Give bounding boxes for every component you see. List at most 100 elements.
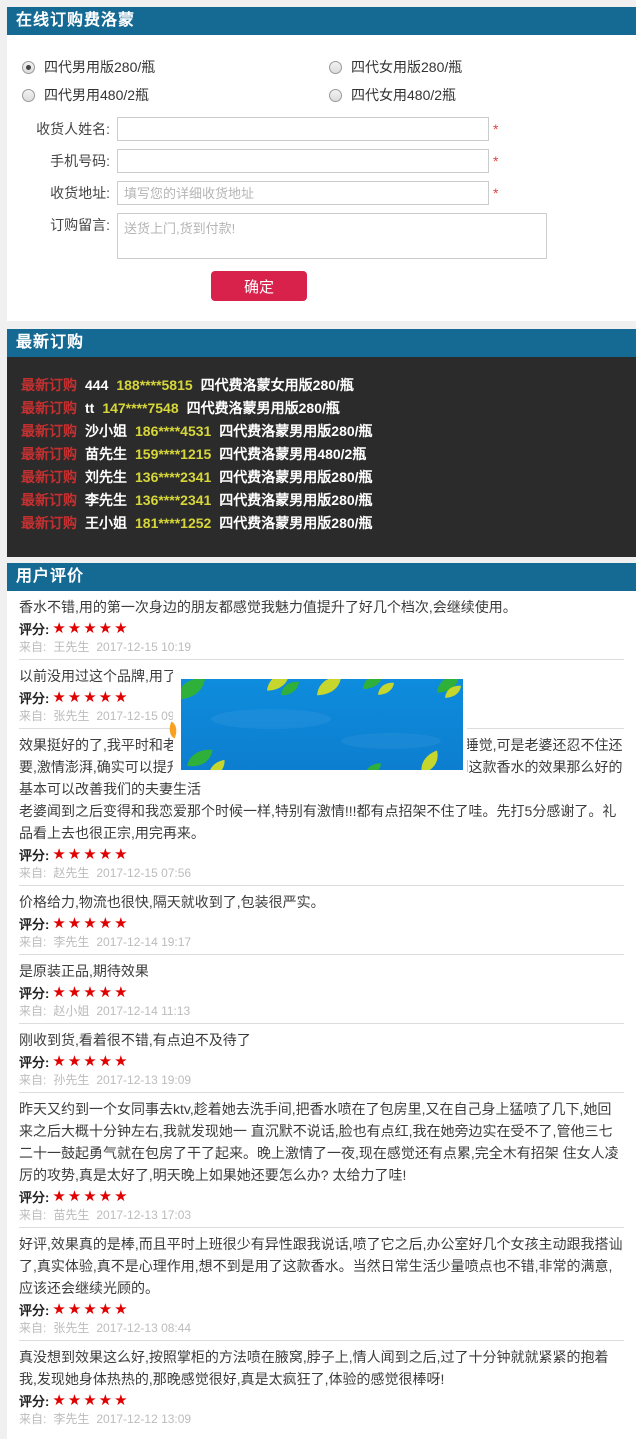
product-option-label[interactable]: 四代女用版280/瓶 [351, 57, 462, 77]
product-option-2[interactable]: 四代男用480/2瓶 [22, 85, 329, 105]
order-product: 四代费洛蒙男用版280/瓶 [187, 400, 340, 416]
from-label: 来自: [19, 1208, 46, 1222]
review-text: 价格给力,物流也很快,隔天就收到了,包装很严实。 [19, 891, 624, 913]
order-name: 刘先生 [85, 469, 127, 485]
review-text: 老婆闻到之后变得和我恋爱那个时候一样,特别有激情!!!都有点招架不住了哇。先打5… [19, 800, 624, 844]
product-option-label[interactable]: 四代男用480/2瓶 [44, 85, 149, 105]
latest-orders-list: 最新订购444188****5815四代费洛蒙女用版280/瓶 最新订购tt14… [7, 357, 636, 557]
order-product: 四代费洛蒙男用版280/瓶 [219, 469, 372, 485]
from-label: 来自: [19, 1412, 46, 1426]
review-item: 是原装正品,期待效果 评分:★★★★★ 来自:赵小姐2017-12-14 11:… [19, 954, 624, 1023]
review-item: 好评,效果真的是棒,而且平时上班很少有异性跟我说话,喷了它之后,办公室好几个女孩… [19, 1227, 624, 1340]
order-form-title: 在线订购费洛蒙 [7, 7, 636, 35]
reviewer-name: 赵小姐 [53, 1004, 89, 1018]
star-rating-icon: ★★★★★ [52, 1054, 129, 1069]
rating-label: 评分: [19, 845, 49, 864]
from-label: 来自: [19, 709, 46, 723]
rating-label: 评分: [19, 619, 49, 638]
order-name: 李先生 [85, 492, 127, 508]
order-phone: 188****5815 [116, 377, 192, 393]
order-product: 四代费洛蒙男用版280/瓶 [219, 492, 372, 508]
review-date: 2017-12-13 17:03 [96, 1208, 191, 1222]
latest-orders-title: 最新订购 [7, 329, 636, 357]
product-option-3[interactable]: 四代女用480/2瓶 [329, 85, 636, 105]
reviewer-name: 张先生 [53, 1321, 89, 1335]
review-item: 价格给力,物流也很快,隔天就收到了,包装很严实。 评分:★★★★★ 来自:李先生… [19, 885, 624, 954]
order-name: 苗先生 [85, 446, 127, 462]
from-label: 来自: [19, 640, 46, 654]
product-option-label[interactable]: 四代女用480/2瓶 [351, 85, 456, 105]
review-date: 2017-12-15 07:56 [96, 866, 191, 880]
order-row: 最新订购苗先生159****1215四代费洛蒙男用480/2瓶 [21, 443, 636, 466]
address-input[interactable] [117, 181, 489, 205]
order-phone: 181****1252 [135, 515, 211, 531]
product-option-0[interactable]: 四代男用版280/瓶 [22, 57, 329, 77]
order-phone: 147****7548 [102, 400, 178, 416]
reviewer-name: 王先生 [53, 640, 89, 654]
from-label: 来自: [19, 1004, 46, 1018]
reviewer-name: 张先生 [53, 709, 89, 723]
reviewer-name: 李先生 [53, 1412, 89, 1426]
radio-checked-icon[interactable] [22, 61, 35, 74]
star-rating-icon: ★★★★★ [52, 985, 129, 1000]
order-tag: 最新订购 [21, 377, 77, 393]
review-date: 2017-12-14 19:17 [96, 935, 191, 949]
order-name: 444 [85, 377, 108, 393]
from-label: 来自: [19, 935, 46, 949]
promo-popup[interactable] [173, 666, 467, 776]
from-label: 来自: [19, 1321, 46, 1335]
star-rating-icon: ★★★★★ [52, 1302, 129, 1317]
radio-icon[interactable] [329, 61, 342, 74]
radio-icon[interactable] [22, 89, 35, 102]
review-text: 是原装正品,期待效果 [19, 960, 624, 982]
review-text: 刚收到货,看着很不错,有点迫不及待了 [19, 1029, 624, 1051]
order-form-section: 在线订购费洛蒙 四代男用版280/瓶 四代女用版280/瓶 四 [7, 7, 636, 321]
order-product: 四代费洛蒙男用480/2瓶 [219, 446, 366, 462]
review-date: 2017-12-12 13:09 [96, 1412, 191, 1426]
promo-popup-image[interactable] [181, 679, 463, 770]
star-rating-icon: ★★★★★ [52, 690, 129, 705]
message-textarea[interactable] [117, 213, 547, 259]
rating-label: 评分: [19, 1187, 49, 1206]
order-row: 最新订购王小姐181****1252四代费洛蒙男用版280/瓶 [21, 512, 636, 535]
phone-input[interactable] [117, 149, 489, 173]
rating-label: 评分: [19, 1052, 49, 1071]
phone-label: 手机号码: [7, 149, 117, 173]
product-option-1[interactable]: 四代女用版280/瓶 [329, 57, 636, 77]
star-rating-icon: ★★★★★ [52, 847, 129, 862]
order-name: 沙小姐 [85, 423, 127, 439]
product-option-label[interactable]: 四代男用版280/瓶 [44, 57, 155, 77]
review-date: 2017-12-13 19:09 [96, 1073, 191, 1087]
confirm-button[interactable]: 确定 [211, 271, 307, 301]
order-form: 四代男用版280/瓶 四代女用版280/瓶 四代男用480/2瓶 四代女用480… [7, 35, 636, 321]
order-name: 王小姐 [85, 515, 127, 531]
review-text: 香水不错,用的第一次身边的朋友都感觉我魅力值提升了好几个档次,会继续使用。 [19, 596, 624, 618]
product-options: 四代男用版280/瓶 四代女用版280/瓶 四代男用480/2瓶 四代女用480… [7, 53, 636, 109]
required-asterisk: * [493, 181, 498, 205]
latest-orders-section: 最新订购 最新订购 444 188****5815 四代费洛蒙女用版280/瓶 最新订… [7, 329, 636, 557]
page: 在线订购费洛蒙 四代男用版280/瓶 四代女用版280/瓶 四 [0, 7, 636, 1437]
order-product: 四代费洛蒙男用版280/瓶 [219, 515, 372, 531]
star-rating-icon: ★★★★★ [52, 1189, 129, 1204]
reviewer-name: 孙先生 [53, 1073, 89, 1087]
reviewer-name: 苗先生 [53, 1208, 89, 1222]
order-row: 最新订购tt147****7548四代费洛蒙男用版280/瓶 [21, 397, 636, 420]
radio-icon[interactable] [329, 89, 342, 102]
receiver-name-input[interactable] [117, 117, 489, 141]
review-item: 真没想到效果这么好,按照掌柜的方法喷在腋窝,脖子上,情人闻到之后,过了十分钟就就… [19, 1340, 624, 1431]
order-tag: 最新订购 [21, 492, 77, 508]
order-phone: 136****2341 [135, 469, 211, 485]
review-date: 2017-12-13 08:44 [96, 1321, 191, 1335]
rating-label: 评分: [19, 914, 49, 933]
reviews-title: 用户评价 [7, 563, 636, 591]
review-text: 真没想到效果这么好,按照掌柜的方法喷在腋窝,脖子上,情人闻到之后,过了十分钟就就… [19, 1346, 624, 1390]
message-label: 订购留言: [7, 213, 117, 237]
order-row: 最新订购 444 188****5815 四代费洛蒙女用版280/瓶 [21, 374, 636, 397]
from-label: 来自: [19, 1073, 46, 1087]
order-product: 四代费洛蒙女用版280/瓶 [201, 377, 354, 393]
order-phone: 159****1215 [135, 446, 211, 462]
order-tag: 最新订购 [21, 469, 77, 485]
rating-label: 评分: [19, 1300, 49, 1319]
reviewer-name: 李先生 [53, 935, 89, 949]
order-tag: 最新订购 [21, 400, 77, 416]
